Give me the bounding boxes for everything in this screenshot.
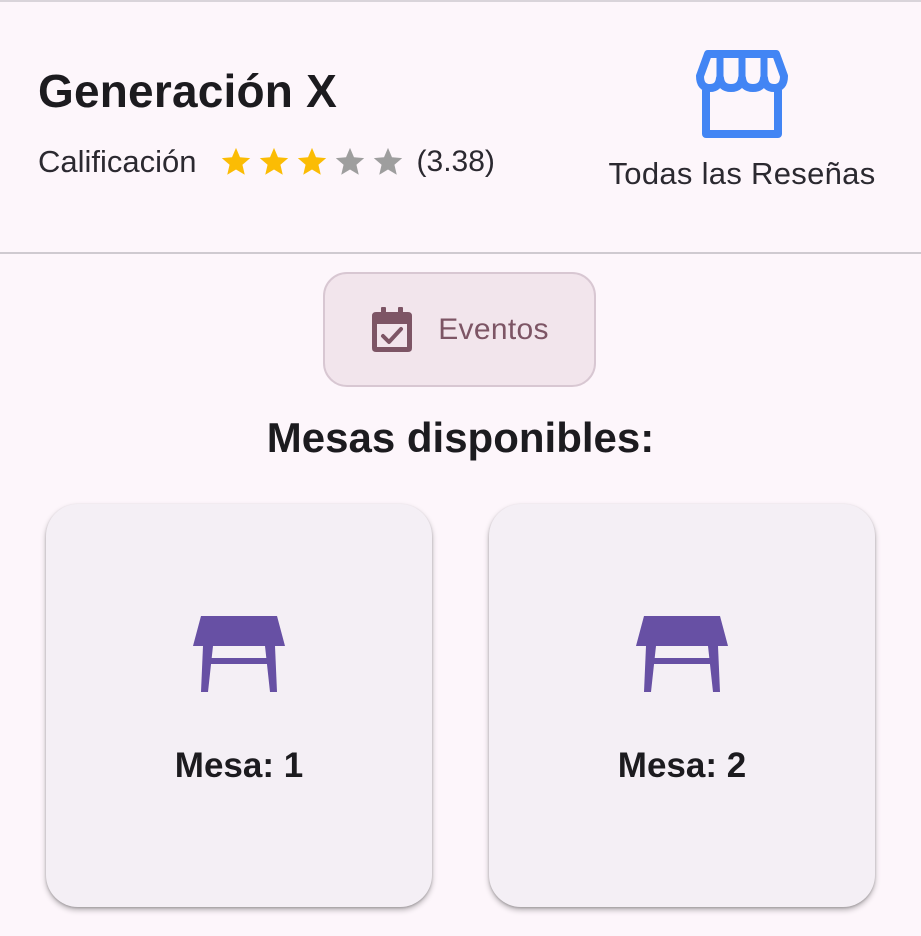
star-icon — [335, 147, 364, 175]
events-label: Eventos — [438, 312, 549, 346]
venue-header: Generación X Calificación (3.38) Todas l… — [0, 2, 921, 252]
table-icon — [636, 616, 728, 692]
table-label: Mesa: 2 — [617, 746, 747, 785]
star-icon — [259, 147, 288, 175]
available-tables-title: Mesas disponibles: — [266, 414, 655, 461]
table-card-2[interactable]: Mesa: 2 — [489, 504, 875, 907]
rating-stars — [219, 145, 409, 179]
calendar-check-icon — [372, 306, 413, 352]
all-reviews-label: Todas las Reseñas — [608, 156, 876, 191]
header-divider — [0, 252, 921, 254]
rating-row: Calificación (3.38) — [38, 142, 495, 182]
star-icon — [373, 147, 402, 175]
star-icon — [297, 147, 326, 175]
all-reviews-link[interactable]: Todas las Reseñas — [590, 48, 894, 198]
star-icon — [221, 147, 250, 175]
rating-label: Calificación — [38, 144, 197, 179]
rating-count: (3.38) — [416, 145, 495, 178]
table-card-1[interactable]: Mesa: 1 — [46, 504, 432, 907]
table-icon — [193, 616, 285, 692]
events-button[interactable]: Eventos — [323, 272, 596, 387]
venue-name: Generación X — [38, 65, 337, 117]
storefront-icon — [696, 50, 788, 138]
table-label: Mesa: 1 — [174, 746, 304, 785]
